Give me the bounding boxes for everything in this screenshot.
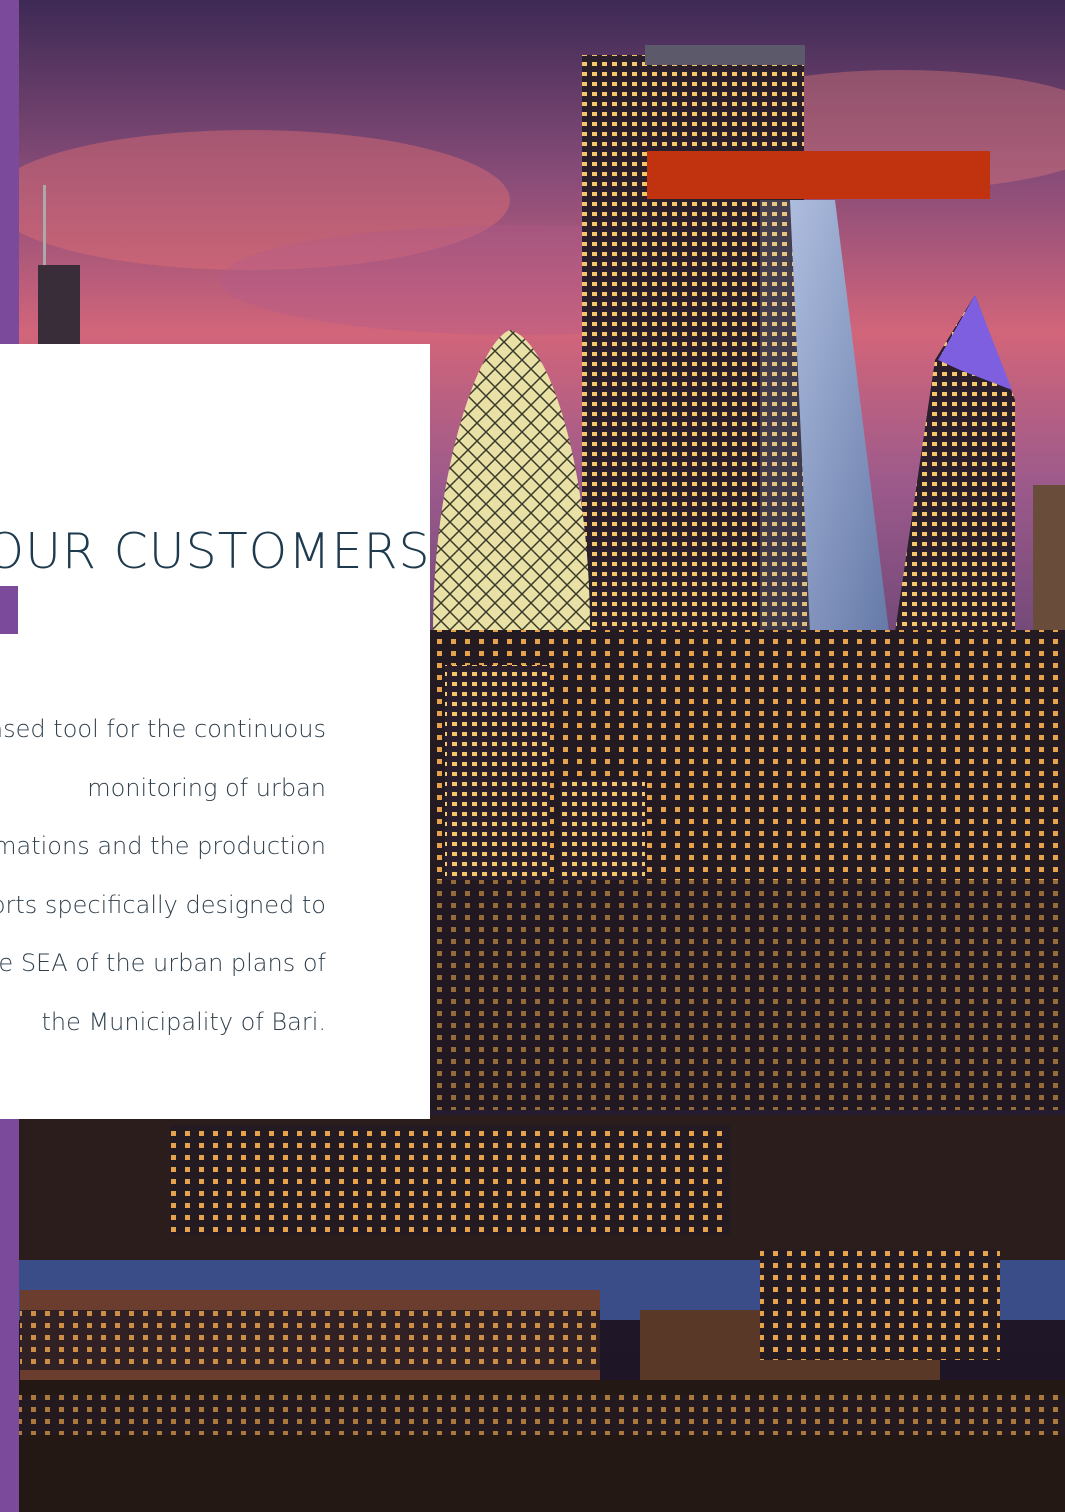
body-line: of reports specifically designed to: [0, 890, 326, 919]
testimonials-card: WHAT OUR CUSTOMERS SAY A web-based tool …: [0, 344, 430, 1119]
heading-accent-block: [0, 586, 18, 634]
body-line: monitoring of urban: [87, 773, 326, 802]
body-line: transformations and the production: [0, 832, 326, 861]
body-line: A web-based tool for the continuous: [0, 715, 326, 743]
body-line: support the SEA of the urban plans of: [0, 949, 326, 978]
red-accent-bar: [647, 151, 990, 199]
section-heading: WHAT OUR CUSTOMERS SAY: [0, 522, 430, 580]
testimonial-body: A web-based tool for the continuous moni…: [0, 700, 348, 1052]
body-line: the Municipality of Bari.: [41, 1007, 326, 1036]
